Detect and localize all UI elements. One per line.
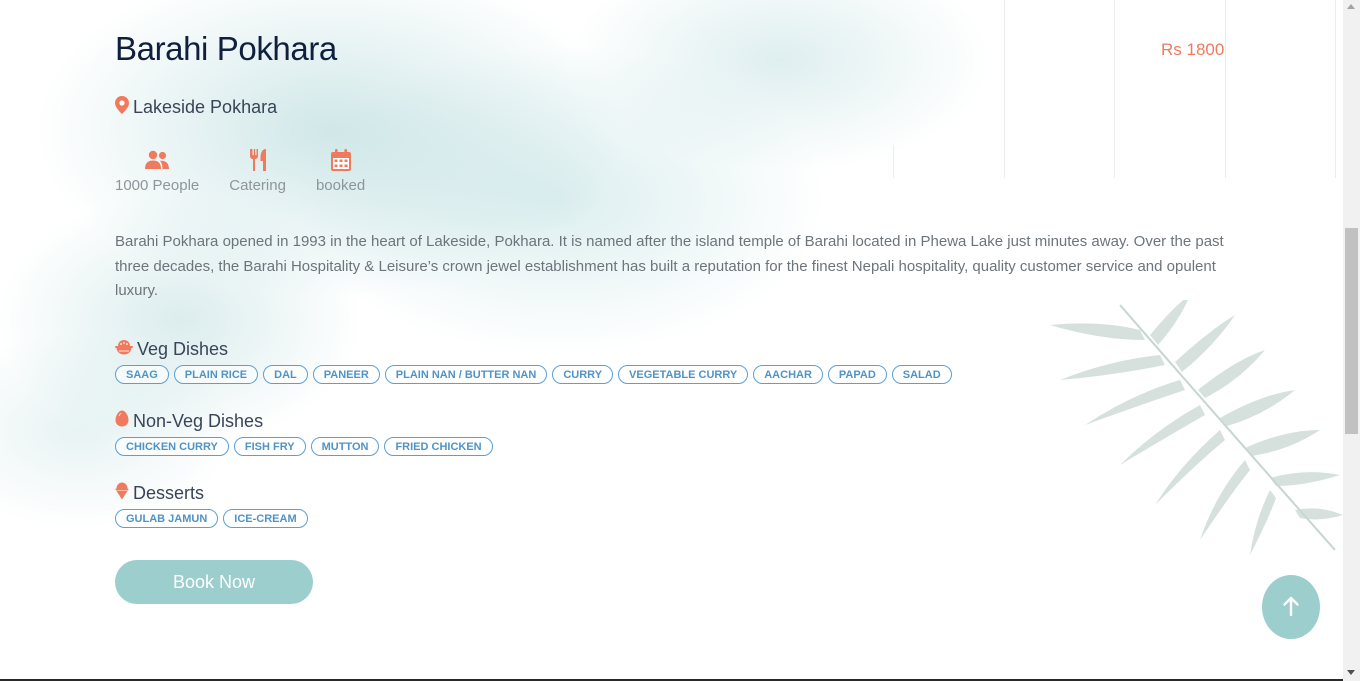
page-scrollbar[interactable] (1343, 0, 1360, 681)
venue-description: Barahi Pokhara opened in 1993 in the hea… (115, 233, 1224, 299)
location-text: Lakeside Pokhara (133, 97, 278, 117)
calendar-icon (330, 148, 351, 172)
dish-tag[interactable]: DAL (263, 365, 308, 384)
feature-label: booked (315, 177, 366, 194)
feature-label: 1000 People (115, 177, 200, 194)
dish-tag[interactable]: CHICKEN CURRY (115, 437, 229, 456)
dish-tag[interactable]: SAAG (115, 365, 169, 384)
scrollbar-thumb[interactable] (1345, 228, 1358, 434)
dish-tag[interactable]: MUTTON (310, 437, 380, 456)
venue-location: Lakeside Pokhara (115, 96, 277, 119)
book-now-button[interactable]: Book Now (115, 560, 313, 604)
venue-price: Rs 1800 (1161, 40, 1225, 59)
dish-tag[interactable]: SALAD (891, 365, 952, 384)
scroll-down-arrow-icon[interactable] (1347, 670, 1355, 675)
desserts-section: Desserts GULAB JAMUN ICE-CREAM (115, 481, 313, 528)
venue-title: Barahi Pokhara (115, 30, 337, 67)
users-icon (144, 148, 170, 172)
egg-icon (115, 410, 129, 432)
palm-leaf-decoration (1050, 300, 1343, 555)
dish-tag[interactable]: ICE-CREAM (223, 509, 308, 528)
feature-booking-status: booked (316, 148, 365, 194)
section-title: Non-Veg Dishes (133, 410, 264, 431)
scroll-up-arrow-icon[interactable] (1347, 4, 1355, 9)
dish-tag[interactable]: VEGETABLE CURRY (618, 365, 749, 384)
map-pin-icon (115, 96, 129, 119)
veg-dishes-heading: Veg Dishes (115, 337, 957, 361)
dish-tag[interactable]: FRIED CHICKEN (384, 437, 493, 456)
nonveg-dishes-section: Non-Veg Dishes CHICKEN CURRY FISH FRY MU… (115, 409, 498, 456)
dish-tag[interactable]: CURRY (552, 365, 614, 384)
section-title: Desserts (133, 482, 205, 503)
bowl-icon (115, 339, 133, 360)
dish-tag[interactable]: AACHAR (753, 365, 823, 384)
dish-tag[interactable]: PANEER (312, 365, 380, 384)
section-title: Veg Dishes (137, 338, 229, 359)
dish-tag[interactable]: GULAB JAMUN (115, 509, 219, 528)
veg-dishes-section: Veg Dishes SAAG PLAIN RICE DAL PANEER PL… (115, 337, 957, 384)
dish-tag[interactable]: PLAIN NAN / BUTTER NAN (384, 365, 548, 384)
feature-catering: Catering (229, 148, 286, 194)
ice-cream-icon (115, 482, 129, 505)
dessert-tags: GULAB JAMUN ICE-CREAM (115, 509, 313, 528)
dish-tag[interactable]: PAPAD (827, 365, 887, 384)
nonveg-dishes-heading: Non-Veg Dishes (115, 409, 498, 433)
dish-tag[interactable]: PLAIN RICE (173, 365, 259, 384)
scroll-to-top-button[interactable] (1262, 575, 1320, 639)
nonveg-dish-tags: CHICKEN CURRY FISH FRY MUTTON FRIED CHIC… (115, 437, 498, 456)
desserts-heading: Desserts (115, 481, 313, 505)
venue-features: 1000 People Catering booked (115, 148, 395, 194)
dish-tag[interactable]: FISH FRY (233, 437, 306, 456)
veg-dish-tags: SAAG PLAIN RICE DAL PANEER PLAIN NAN / B… (115, 365, 957, 384)
utensils-icon (249, 148, 267, 172)
arrow-up-icon (1282, 596, 1300, 619)
feature-label: Catering (229, 177, 286, 194)
feature-capacity: 1000 People (115, 148, 199, 194)
